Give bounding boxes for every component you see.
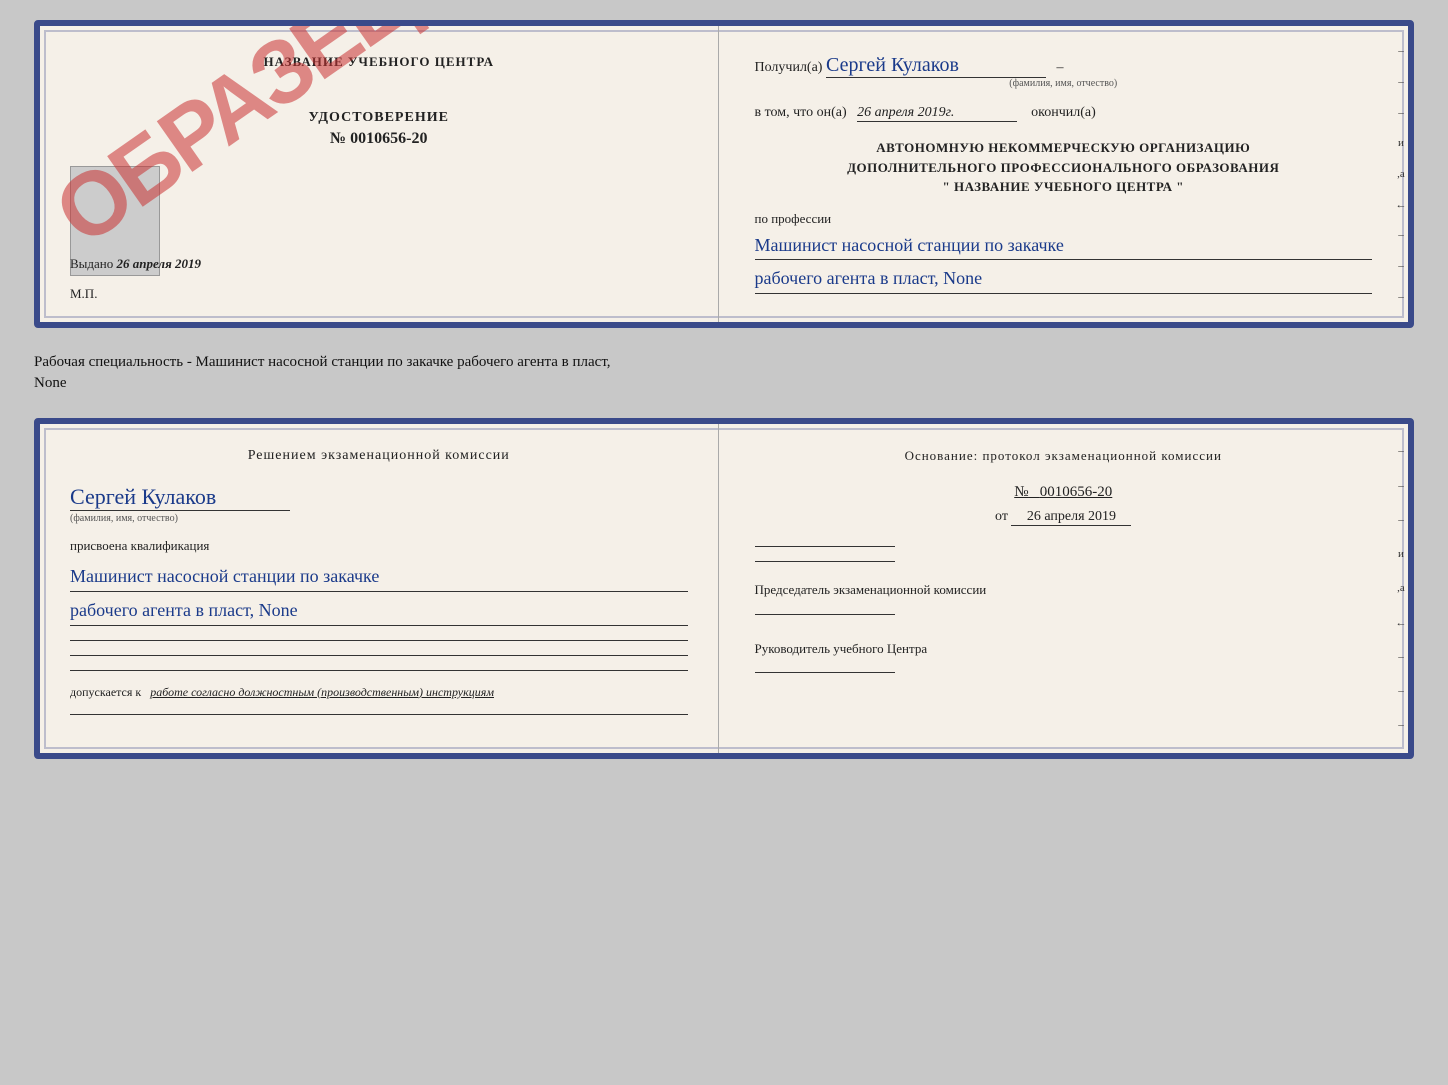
blank-line-3 [70,670,688,671]
commission-title: Решением экзаменационной комиссии [70,448,688,464]
top-right-panel: Получил(а) Сергей Кулаков – (фамилия, им… [719,26,1409,322]
blank-line-4 [70,714,688,715]
bottom-document: Решением экзаменационной комиссии Сергей… [34,418,1414,759]
protocol-prefix: № [1014,484,1028,500]
bottom-side-dashes: – – – и ,а ← – – – [1394,424,1408,753]
basis-title: Основание: протокол экзаменационной коми… [755,448,1373,464]
profession-line1: Машинист насосной станции по закачке [755,231,1373,261]
between-text: Рабочая специальность - Машинист насосно… [34,354,611,391]
bottom-left-panel: Решением экзаменационной комиссии Сергей… [40,424,719,753]
org-line1: АВТОНОМНУЮ НЕКОММЕРЧЕСКУЮ ОРГАНИЗАЦИЮ [755,138,1373,158]
blank-line-1 [70,640,688,641]
b-dash-3: – [1394,514,1408,526]
person-name-bottom: Сергей Кулаков [70,484,290,511]
b-dash-4: и [1394,548,1408,560]
qualification-line2: рабочего агента в пласт, None [70,596,688,626]
b-dash-8: – [1394,685,1408,697]
dash-9: – [1394,291,1408,303]
blank-line-r2 [755,561,895,562]
blank-line-2 [70,655,688,656]
head-block: Руководитель учебного Центра [755,639,1373,674]
received-name: Сергей Кулаков [826,54,1046,78]
profession-line2: рабочего агента в пласт, None [755,264,1373,294]
head-label: Руководитель учебного Центра [755,639,1373,659]
bottom-right-panel: Основание: протокол экзаменационной коми… [719,424,1409,753]
b-dash-6: ← [1394,617,1408,629]
b-dash-9: – [1394,719,1408,731]
b-dash-5: ,а [1394,582,1408,594]
between-label: Рабочая специальность - Машинист насосно… [34,348,1414,398]
org-block: АВТОНОМНУЮ НЕКОММЕРЧЕСКУЮ ОРГАНИЗАЦИЮ ДО… [755,138,1373,197]
protocol-number-line: № 0010656-20 [755,484,1373,501]
mp-label: М.П. [70,286,97,302]
dash-8: – [1394,260,1408,272]
date-prefix-bottom: от [995,509,1008,524]
qualification-label: присвоена квалификация [70,538,688,554]
org-line3: " НАЗВАНИЕ УЧЕБНОГО ЦЕНТРА " [755,177,1373,197]
received-label: Получил(а) [755,60,823,75]
received-line: Получил(а) Сергей Кулаков – (фамилия, им… [755,54,1373,89]
b-dash-2: – [1394,480,1408,492]
profession-label: по профессии [755,211,1373,227]
qualification-line1: Машинист насосной станции по закачке [70,562,688,592]
org-line2: ДОПОЛНИТЕЛЬНОГО ПРОФЕССИОНАЛЬНОГО ОБРАЗО… [755,158,1373,178]
fio-hint-bottom: (фамилия, имя, отчество) [70,513,688,524]
dash-3: – [1394,107,1408,119]
chairman-block: Председатель экзаменационной комиссии [755,580,1373,615]
date-prefix: в том, что он(а) [755,105,847,120]
issued-date: 26 апреля 2019 [117,256,202,271]
dash-7: – [1394,229,1408,241]
protocol-number: 0010656-20 [1040,484,1113,500]
допускается-prefix: допускается к [70,685,141,699]
dash-4: и [1394,137,1408,149]
protocol-date-value: 26 апреля 2019 [1011,509,1131,526]
protocol-date-line: от 26 апреля 2019 [755,509,1373,526]
b-dash-1: – [1394,445,1408,457]
допускается-line: допускается к работе согласно должностны… [70,685,688,700]
side-dashes: – – – и ,а ← – – – [1394,26,1408,322]
fio-hint: (фамилия, имя, отчество) [755,78,1373,89]
blank-lines [70,640,688,671]
chairman-signature-line [755,614,895,615]
top-left-panel: НАЗВАНИЕ УЧЕБНОГО ЦЕНТРА ОБРАЗЕЦ УДОСТОВ… [40,26,719,322]
b-dash-7: – [1394,651,1408,663]
person-name-bottom-wrapper: Сергей Кулаков (фамилия, имя, отчество) [70,484,688,524]
date-value: 26 апреля 2019г. [857,105,1017,122]
dash-2: – [1394,76,1408,88]
issued-line: Выдано 26 апреля 2019 [70,256,201,272]
date-line: в том, что он(а) 26 апреля 2019г. окончи… [755,105,1373,122]
dash-5: ,а [1394,168,1408,180]
blank-line-r1 [755,546,895,547]
допускается-value: работе согласно должностным (производств… [150,685,494,699]
top-document: НАЗВАНИЕ УЧЕБНОГО ЦЕНТРА ОБРАЗЕЦ УДОСТОВ… [34,20,1414,328]
dash-6: ← [1394,199,1408,211]
date-suffix: окончил(а) [1031,105,1096,120]
chairman-label: Председатель экзаменационной комиссии [755,580,1373,600]
dash-1: – [1394,45,1408,57]
head-signature-line [755,672,895,673]
